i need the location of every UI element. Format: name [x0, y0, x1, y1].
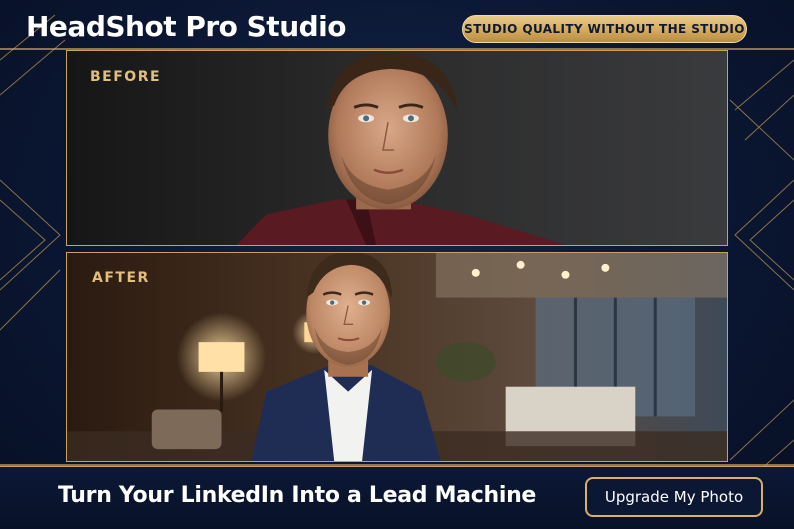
before-photo	[67, 51, 727, 245]
upgrade-photo-button[interactable]: Upgrade My Photo	[585, 477, 763, 517]
footer-bar: Turn Your LinkedIn Into a Lead Machine U…	[0, 466, 794, 529]
tagline-badge: STUDIO QUALITY WITHOUT THE STUDIO	[462, 15, 747, 43]
promo-canvas: HeadShot Pro Studio STUDIO QUALITY WITHO…	[0, 0, 794, 529]
before-label: BEFORE	[90, 69, 162, 85]
headline-text: Turn Your LinkedIn Into a Lead Machine	[58, 483, 537, 508]
after-photo	[67, 253, 727, 461]
after-label: AFTER	[92, 270, 150, 286]
upgrade-photo-button-label: Upgrade My Photo	[604, 488, 744, 506]
app-title: HeadShot Pro Studio	[26, 10, 347, 43]
tagline-text: STUDIO QUALITY WITHOUT THE STUDIO	[464, 22, 745, 36]
before-panel: BEFORE	[66, 50, 728, 246]
after-panel: AFTER	[66, 252, 728, 462]
